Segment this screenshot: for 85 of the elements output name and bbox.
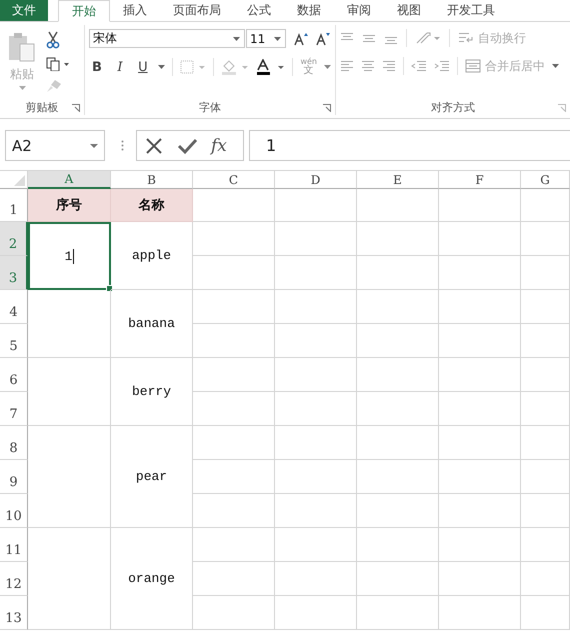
- row-header[interactable]: 3: [0, 256, 28, 290]
- border-icon[interactable]: [180, 60, 206, 74]
- table-cell: [521, 562, 570, 596]
- insert-function-button[interactable]: fx: [211, 136, 227, 156]
- italic-button[interactable]: I: [112, 60, 128, 74]
- font-color-icon[interactable]: [256, 59, 286, 75]
- table-cell[interactable]: [28, 358, 111, 426]
- table-cell: [521, 290, 570, 324]
- bold-button[interactable]: B: [89, 60, 105, 74]
- caret-icon: [18, 86, 26, 90]
- row-header[interactable]: 12: [0, 562, 28, 596]
- wrap-text-icon: [458, 32, 474, 44]
- ribbon-tab[interactable]: 公式: [234, 0, 284, 21]
- fill-color-icon[interactable]: [220, 59, 249, 75]
- column-header[interactable]: C: [193, 171, 275, 189]
- table-cell: [521, 189, 570, 222]
- ribbon-tab[interactable]: 数据: [284, 0, 334, 21]
- group-label: 对齐方式: [431, 100, 475, 114]
- table-cell: orange: [111, 528, 193, 630]
- table-header-cell: 名称: [111, 189, 193, 222]
- table-cell: [521, 256, 570, 290]
- column-header[interactable]: E: [357, 171, 439, 189]
- table-cell[interactable]: [28, 290, 111, 358]
- row-header[interactable]: 9: [0, 460, 28, 494]
- dropdown-arrow-icon[interactable]: [324, 65, 331, 69]
- name-box[interactable]: A2: [5, 130, 105, 161]
- ribbon-tab[interactable]: 页面布局: [160, 0, 234, 21]
- underline-button[interactable]: U: [134, 60, 151, 74]
- ribbon-tab[interactable]: 视图: [384, 0, 434, 21]
- dropdown-arrow-icon[interactable]: [158, 65, 165, 69]
- merge-cells-icon: [465, 59, 481, 73]
- table-cell: [521, 324, 570, 358]
- ribbon-tab[interactable]: 开始: [58, 0, 110, 22]
- cell-text: 1: [64, 248, 72, 264]
- column-header[interactable]: F: [439, 171, 521, 189]
- row-header[interactable]: 7: [0, 392, 28, 426]
- group-label: 字体: [199, 100, 221, 114]
- ribbon-tab[interactable]: 插入: [110, 0, 160, 21]
- column-header[interactable]: D: [275, 171, 357, 189]
- row-header[interactable]: 2: [0, 222, 28, 256]
- caret-icon: [90, 144, 98, 148]
- table-cell: [521, 426, 570, 460]
- table-cell: berry: [111, 358, 193, 426]
- row-header[interactable]: 11: [0, 528, 28, 562]
- table-cell[interactable]: [28, 426, 111, 528]
- table-cell: apple: [111, 222, 193, 290]
- select-all-icon[interactable]: [14, 175, 25, 186]
- ribbon-tab[interactable]: 文件: [0, 0, 48, 21]
- table-cell: [521, 358, 570, 392]
- dialog-launcher-icon[interactable]: [323, 104, 331, 112]
- checkmark-icon[interactable]: [177, 136, 197, 154]
- table-cell: banana: [111, 290, 193, 358]
- cancel-icon[interactable]: [145, 136, 163, 154]
- row-header[interactable]: 8: [0, 426, 28, 460]
- table-cell: [521, 460, 570, 494]
- caret-icon: [233, 36, 240, 40]
- row-header[interactable]: 10: [0, 494, 28, 528]
- table-cell: [521, 596, 570, 630]
- grip-icon[interactable]: [121, 140, 124, 151]
- table-cell: pear: [111, 426, 193, 528]
- row-header[interactable]: 4: [0, 290, 28, 324]
- font-name-dropdown[interactable]: 宋体: [89, 29, 245, 48]
- font-size-dropdown[interactable]: 11: [246, 29, 286, 48]
- column-header[interactable]: A: [28, 171, 111, 189]
- formula-input-field[interactable]: 1: [249, 130, 570, 161]
- clipboard-icon: [7, 31, 37, 63]
- column-header[interactable]: G: [521, 171, 570, 189]
- row-header[interactable]: 6: [0, 358, 28, 392]
- table-cell[interactable]: [28, 528, 111, 630]
- row-header[interactable]: 13: [0, 596, 28, 630]
- ribbon-tab[interactable]: 审阅: [334, 0, 384, 21]
- caret-icon: [274, 36, 281, 40]
- fill-handle[interactable]: [106, 285, 113, 292]
- decrease-font-size-icon[interactable]: [316, 32, 330, 46]
- table-cell: [521, 392, 570, 426]
- ribbon-tab[interactable]: 开发工具: [434, 0, 508, 21]
- row-header[interactable]: 5: [0, 324, 28, 358]
- table-cell: [521, 222, 570, 256]
- group-label: 剪贴板: [26, 100, 58, 114]
- table-cell: [521, 528, 570, 562]
- table-cell[interactable]: 1: [28, 222, 111, 290]
- table-header-cell: 序号: [28, 189, 111, 222]
- text-cursor: [73, 248, 74, 264]
- increase-font-size-icon[interactable]: [294, 32, 308, 46]
- table-cell: [521, 494, 570, 528]
